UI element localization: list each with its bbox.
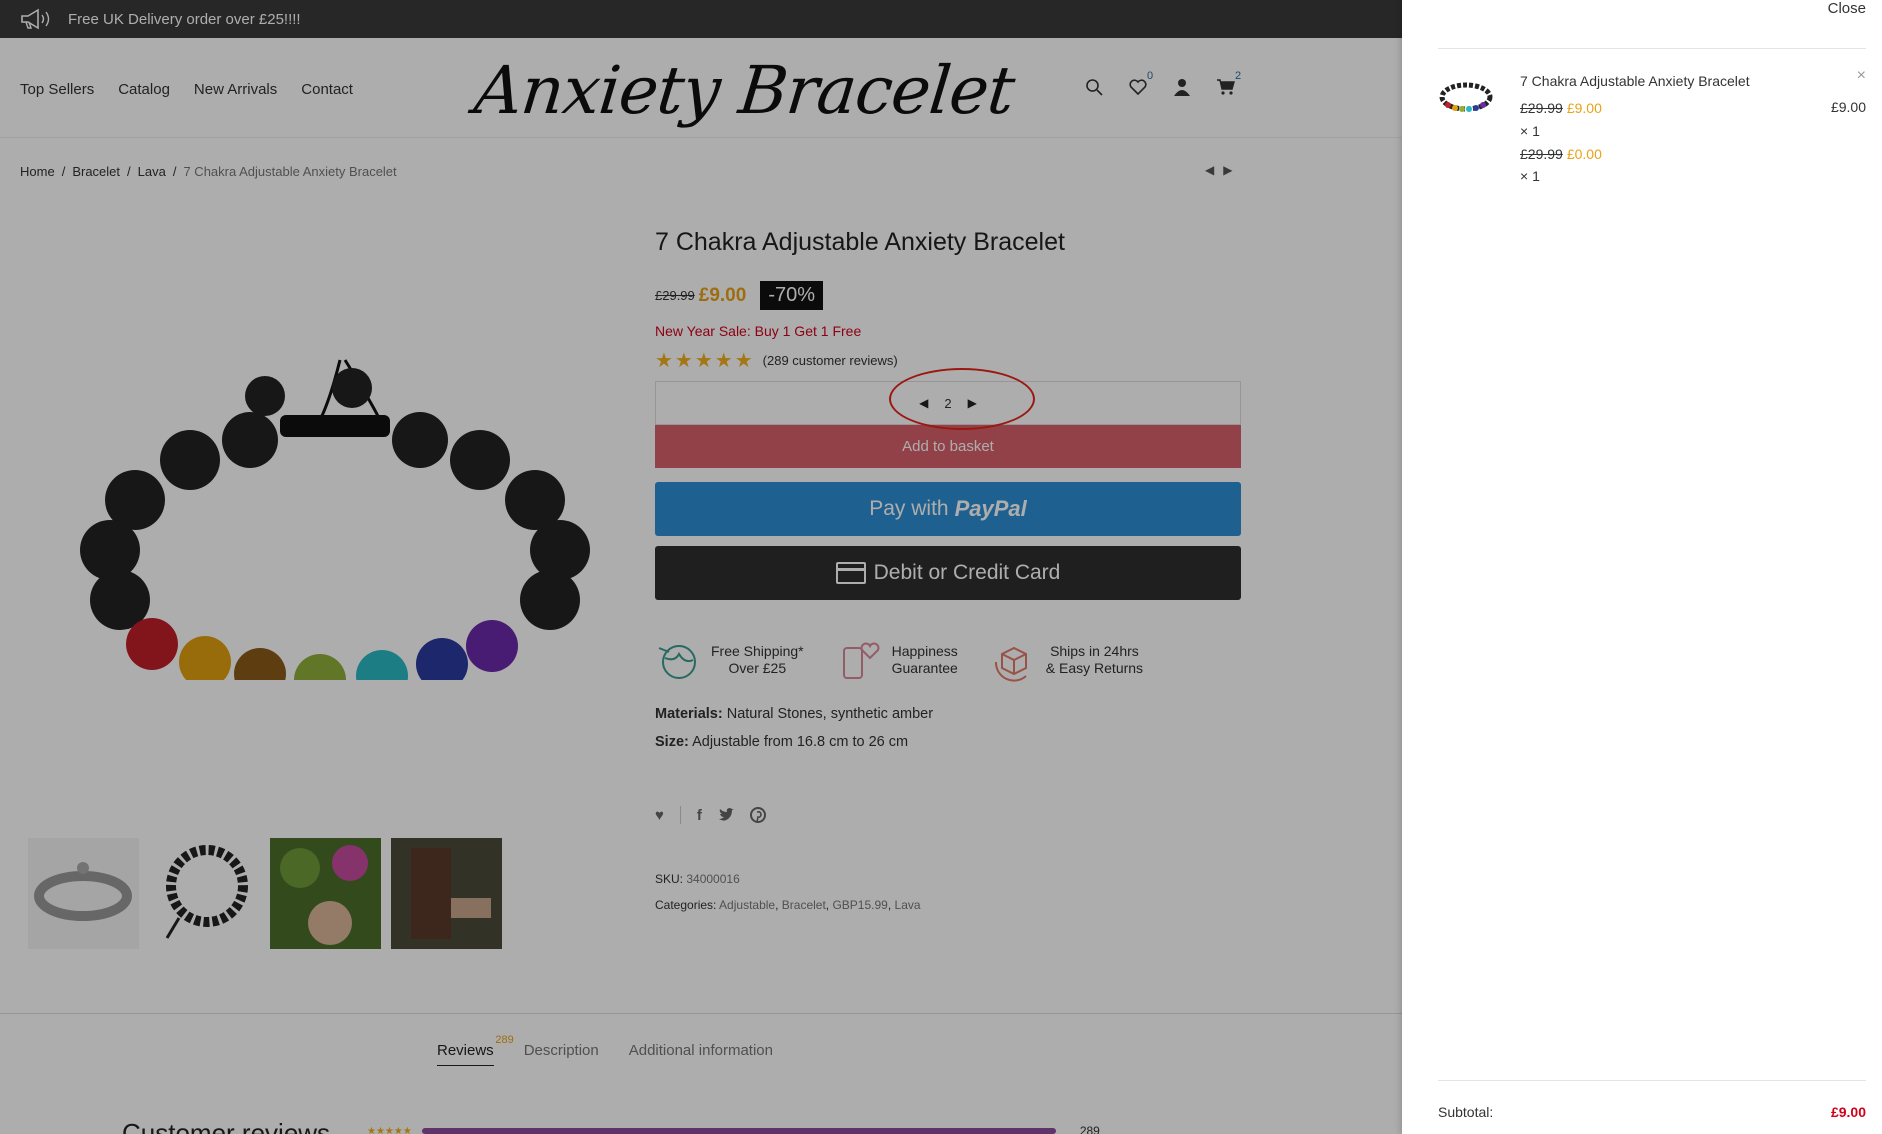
cart-item-image[interactable]	[1438, 77, 1494, 117]
cart-line-price: £29.99 £9.00	[1520, 100, 1602, 116]
cart-item-name[interactable]: 7 Chakra Adjustable Anxiety Bracelet	[1520, 73, 1750, 89]
remove-item-icon[interactable]: ×	[1857, 67, 1866, 85]
subtotal-label: Subtotal:	[1438, 1104, 1494, 1120]
cart-line-qty: × 1	[1520, 123, 1540, 139]
cart-drawer: Close 7 Chakra Adjustable Anxiety Bracel…	[1402, 0, 1882, 1134]
divider	[1438, 48, 1866, 49]
modal-backdrop[interactable]	[0, 0, 1402, 1134]
cart-subtotal: Subtotal: £9.00	[1438, 1104, 1866, 1120]
subtotal-amount: £9.00	[1830, 1104, 1866, 1120]
cart-line-qty: × 1	[1520, 168, 1540, 184]
cart-line-price: £29.99 £0.00	[1520, 146, 1602, 162]
cart-item-total: £9.00	[1830, 99, 1866, 115]
divider	[1438, 1080, 1866, 1081]
close-cart-button[interactable]: Close	[1828, 0, 1866, 17]
